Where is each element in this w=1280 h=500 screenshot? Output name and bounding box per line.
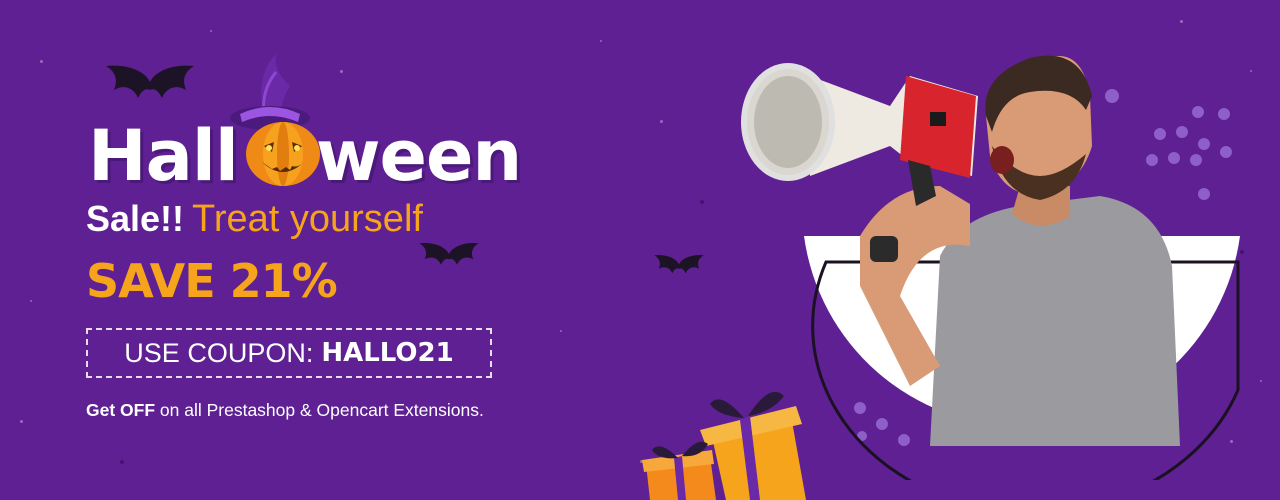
- bat-icon: [419, 242, 479, 265]
- bat-icon: [106, 65, 194, 98]
- subline: Get OFF on all Prestashop & Opencart Ext…: [86, 400, 484, 421]
- title-suffix: ween: [315, 115, 522, 197]
- coupon-box[interactable]: USE COUPON: HALLO21: [86, 328, 492, 378]
- gift-box-icon: [642, 391, 806, 500]
- coupon-label: USE COUPON:: [124, 337, 314, 368]
- title-prefix: Hall: [88, 115, 239, 197]
- pumpkin-icon: [246, 122, 320, 186]
- subline-strong: Get OFF: [86, 400, 156, 420]
- bat-icon: [654, 255, 704, 274]
- coupon-code[interactable]: HALLO21: [321, 338, 453, 368]
- tagline-strong: Sale!!: [86, 198, 185, 239]
- tagline: Sale!! Treat yourself: [86, 198, 423, 241]
- tagline-accent: Treat yourself: [192, 198, 423, 240]
- halloween-sale-banner[interactable]: Hall ween Sale!! Treat yourself SAVE 21% U…: [0, 0, 1280, 500]
- save-percent: SAVE 21%: [86, 254, 338, 308]
- subline-rest: on all Prestashop & Opencart Extensions.: [159, 400, 484, 420]
